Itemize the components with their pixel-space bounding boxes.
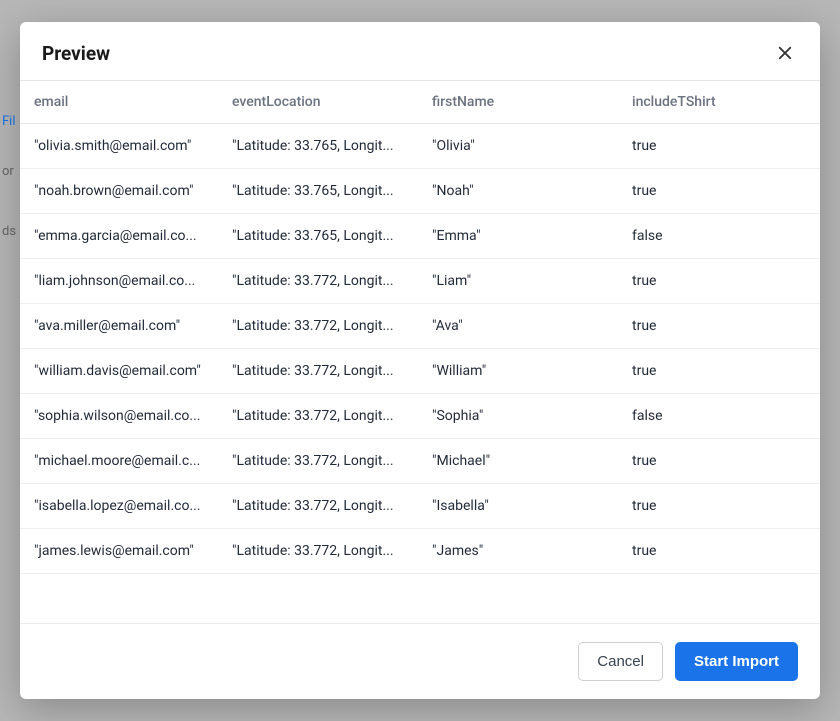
table-row[interactable]: "sophia.wilson@email.co..."Latitude: 33.… <box>20 394 820 439</box>
cell-firstname: "Noah" <box>420 169 620 214</box>
background-text: or <box>0 160 16 183</box>
cell-eventlocation: "Latitude: 33.772, Longit... <box>220 394 420 439</box>
start-import-button[interactable]: Start Import <box>675 642 798 681</box>
cell-eventlocation: "Latitude: 33.772, Longit... <box>220 484 420 529</box>
cell-includetshirt: true <box>620 259 820 304</box>
background-text: Fil <box>0 110 18 133</box>
cell-firstname: "William" <box>420 349 620 394</box>
cell-includetshirt: true <box>620 529 820 574</box>
cell-includetshirt: true <box>620 124 820 169</box>
cell-includetshirt: true <box>620 349 820 394</box>
cell-email: "isabella.lopez@email.co... <box>20 484 220 529</box>
cell-includetshirt: true <box>620 484 820 529</box>
background-text: ds <box>0 220 18 243</box>
cell-email: "william.davis@email.com" <box>20 349 220 394</box>
cell-includetshirt: true <box>620 304 820 349</box>
modal-header: Preview <box>20 22 820 80</box>
table-scroll-container[interactable]: email eventLocation firstName includeTSh… <box>20 80 820 623</box>
cell-firstname: "Isabella" <box>420 484 620 529</box>
cell-eventlocation: "Latitude: 33.772, Longit... <box>220 439 420 484</box>
cell-firstname: "Michael" <box>420 439 620 484</box>
modal-footer: Cancel Start Import <box>20 623 820 699</box>
table-row[interactable]: "ava.miller@email.com""Latitude: 33.772,… <box>20 304 820 349</box>
table-row[interactable]: "noah.brown@email.com""Latitude: 33.765,… <box>20 169 820 214</box>
cell-email: "ava.miller@email.com" <box>20 304 220 349</box>
cell-email: "liam.johnson@email.co... <box>20 259 220 304</box>
table-row[interactable]: "emma.garcia@email.co..."Latitude: 33.76… <box>20 214 820 259</box>
cancel-button[interactable]: Cancel <box>578 642 663 681</box>
close-button[interactable] <box>772 40 798 66</box>
cell-eventlocation: "Latitude: 33.772, Longit... <box>220 529 420 574</box>
table-row[interactable]: "james.lewis@email.com""Latitude: 33.772… <box>20 529 820 574</box>
table-row[interactable]: "isabella.lopez@email.co..."Latitude: 33… <box>20 484 820 529</box>
column-header-includetshirt[interactable]: includeTShirt <box>620 81 820 124</box>
table-header-row: email eventLocation firstName includeTSh… <box>20 81 820 124</box>
cell-firstname: "James" <box>420 529 620 574</box>
modal-title: Preview <box>42 42 110 65</box>
cell-includetshirt: true <box>620 169 820 214</box>
table-row[interactable]: "michael.moore@email.c..."Latitude: 33.7… <box>20 439 820 484</box>
cell-firstname: "Ava" <box>420 304 620 349</box>
cell-email: "michael.moore@email.c... <box>20 439 220 484</box>
cell-firstname: "Olivia" <box>420 124 620 169</box>
cell-includetshirt: false <box>620 214 820 259</box>
cell-eventlocation: "Latitude: 33.765, Longit... <box>220 169 420 214</box>
table-row[interactable]: "olivia.smith@email.com""Latitude: 33.76… <box>20 124 820 169</box>
cell-includetshirt: true <box>620 439 820 484</box>
cell-firstname: "Sophia" <box>420 394 620 439</box>
cell-includetshirt: false <box>620 394 820 439</box>
preview-modal: Preview email eventLocation firstName in… <box>20 22 820 699</box>
cell-eventlocation: "Latitude: 33.772, Longit... <box>220 259 420 304</box>
column-header-email[interactable]: email <box>20 81 220 124</box>
cell-eventlocation: "Latitude: 33.765, Longit... <box>220 124 420 169</box>
close-icon <box>776 44 794 62</box>
cell-email: "emma.garcia@email.co... <box>20 214 220 259</box>
cell-email: "sophia.wilson@email.co... <box>20 394 220 439</box>
cell-email: "noah.brown@email.com" <box>20 169 220 214</box>
table-row[interactable]: "william.davis@email.com""Latitude: 33.7… <box>20 349 820 394</box>
cell-eventlocation: "Latitude: 33.772, Longit... <box>220 349 420 394</box>
cell-firstname: "Liam" <box>420 259 620 304</box>
column-header-firstname[interactable]: firstName <box>420 81 620 124</box>
cell-firstname: "Emma" <box>420 214 620 259</box>
cell-email: "james.lewis@email.com" <box>20 529 220 574</box>
table-row[interactable]: "liam.johnson@email.co..."Latitude: 33.7… <box>20 259 820 304</box>
cell-eventlocation: "Latitude: 33.765, Longit... <box>220 214 420 259</box>
cell-eventlocation: "Latitude: 33.772, Longit... <box>220 304 420 349</box>
cell-email: "olivia.smith@email.com" <box>20 124 220 169</box>
column-header-eventlocation[interactable]: eventLocation <box>220 81 420 124</box>
preview-table: email eventLocation firstName includeTSh… <box>20 81 820 574</box>
